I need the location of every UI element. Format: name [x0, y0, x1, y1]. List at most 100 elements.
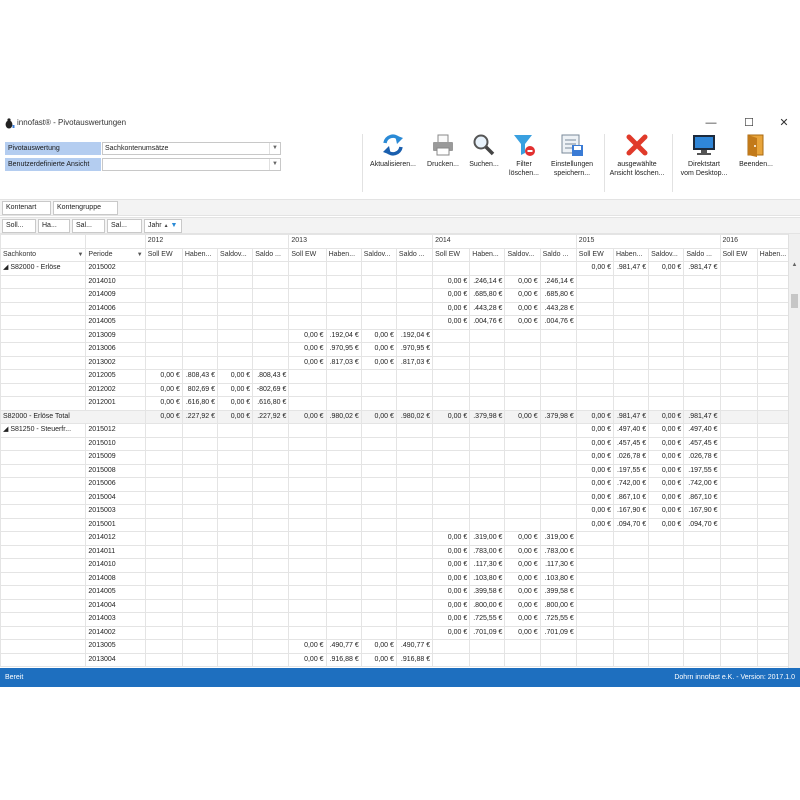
- table-row: 2012005 0,00 € .808,43 €0,00 € .808,43 €: [0, 369, 788, 384]
- measure-header[interactable]: Haben...: [612, 247, 650, 262]
- data-field-haben[interactable]: Ha...: [38, 219, 70, 233]
- table-cell: [648, 639, 685, 654]
- table-cell: [756, 517, 788, 532]
- table-row: 2014004 0,00 € .800,00 €0,00 € .800,00 €: [0, 598, 788, 613]
- year-header[interactable]: 2012: [144, 234, 290, 249]
- year-header[interactable]: 2013: [288, 234, 434, 249]
- year-header[interactable]: 2015: [575, 234, 721, 249]
- table-cell: [648, 625, 685, 640]
- print-button[interactable]: Drucken...: [424, 132, 462, 187]
- table-cell: [756, 571, 788, 586]
- chevron-down-icon[interactable]: ▼: [137, 249, 143, 261]
- measure-header[interactable]: Haben...: [756, 247, 788, 262]
- table-cell: [288, 531, 327, 546]
- close-button[interactable]: ✕: [773, 115, 795, 131]
- table-cell: .457,45 €: [612, 436, 650, 451]
- delete-x-icon: [626, 134, 648, 156]
- chevron-down-icon[interactable]: ▼: [269, 159, 280, 170]
- table-cell: [360, 504, 397, 519]
- measure-header[interactable]: Haben...: [181, 247, 219, 262]
- refresh-button[interactable]: Aktualisieren...: [366, 132, 420, 187]
- vertical-scrollbar[interactable]: ▲: [788, 234, 800, 668]
- scroll-up-icon[interactable]: ▲: [789, 261, 800, 269]
- table-cell: [395, 571, 434, 586]
- table-cell: [648, 315, 685, 330]
- year-header[interactable]: 2016: [719, 234, 788, 249]
- table-cell: [144, 436, 183, 451]
- column-field-jahr[interactable]: Jahr ▲ ▼: [144, 219, 182, 233]
- table-cell: .701,09 €: [469, 625, 506, 640]
- table-cell: [252, 531, 290, 546]
- table-cell: [217, 328, 254, 343]
- chevron-down-icon[interactable]: ▼: [269, 143, 280, 154]
- measure-header[interactable]: Saldov...: [360, 247, 397, 262]
- data-field-saldovortrag[interactable]: Sal...: [72, 219, 105, 233]
- table-cell: [181, 261, 219, 276]
- data-field-soll[interactable]: Soll...: [2, 219, 36, 233]
- table-cell: [683, 652, 721, 667]
- table-cell: [469, 652, 506, 667]
- table-cell: .379,98 €: [539, 409, 577, 424]
- measure-header[interactable]: Soll EW: [719, 247, 758, 262]
- table-cell: .970,95 €: [325, 342, 362, 357]
- table-cell: [648, 382, 685, 397]
- table-cell: 0,00 €: [432, 301, 471, 316]
- data-field-saldo[interactable]: Sal...: [107, 219, 142, 233]
- table-cell: [325, 450, 362, 465]
- maximize-button[interactable]: ☐: [738, 115, 760, 131]
- table-cell: [252, 261, 290, 276]
- pivot-select[interactable]: Sachkontenumsätze ▼: [102, 142, 281, 155]
- pivot-grid[interactable]: 2012 2013 2014 2015 2016 Sachkonto ▼ Per…: [0, 234, 788, 668]
- table-cell: [395, 463, 434, 478]
- year-header[interactable]: 2014: [432, 234, 577, 249]
- sort-asc-icon[interactable]: ▲: [164, 223, 169, 229]
- table-cell: [756, 342, 788, 357]
- chevron-down-icon[interactable]: ▼: [77, 249, 83, 261]
- measure-header[interactable]: Soll EW: [288, 247, 327, 262]
- measure-header[interactable]: Saldo ...: [683, 247, 721, 262]
- table-cell: [539, 423, 577, 438]
- table-cell: [719, 531, 758, 546]
- row-field-sachkonto[interactable]: Sachkonto ▼: [0, 247, 87, 262]
- view-select[interactable]: ▼: [102, 158, 281, 171]
- minimize-button[interactable]: —: [700, 115, 722, 131]
- row-header-periode: 2015012: [85, 423, 146, 438]
- measure-header[interactable]: Haben...: [325, 247, 362, 262]
- table-cell: [719, 612, 758, 627]
- table-cell: [539, 261, 577, 276]
- table-cell: 0,00 €: [648, 463, 685, 478]
- table-cell: [612, 544, 650, 559]
- save-settings-button[interactable]: Einstellungen speichern...: [544, 132, 600, 187]
- table-cell: [539, 342, 577, 357]
- table-cell: [756, 436, 788, 451]
- row-header-sachkonto: [0, 463, 87, 478]
- app-logo-icon: [5, 118, 15, 129]
- measure-header[interactable]: Saldov...: [648, 247, 685, 262]
- table-cell: .916,88 €: [395, 652, 434, 667]
- measure-header[interactable]: Haben...: [469, 247, 506, 262]
- filter-field-kontengruppe[interactable]: Kontengruppe: [53, 201, 118, 215]
- row-header-sachkonto[interactable]: ◢ S81250 - Steuerfr...: [0, 423, 87, 438]
- desktop-shortcut-button[interactable]: Direktstart vom Desktop...: [676, 132, 732, 187]
- row-header-sachkonto: [0, 612, 87, 627]
- filter-icon[interactable]: ▼: [170, 222, 177, 229]
- measure-header[interactable]: Soll EW: [144, 247, 183, 262]
- measure-header[interactable]: Saldo ...: [395, 247, 434, 262]
- measure-header[interactable]: Soll EW: [575, 247, 614, 262]
- filter-field-kontenart[interactable]: Kontenart: [2, 201, 51, 215]
- measure-header[interactable]: Saldov...: [217, 247, 254, 262]
- scrollbar-thumb[interactable]: [791, 294, 798, 308]
- measure-header[interactable]: Soll EW: [432, 247, 471, 262]
- search-button[interactable]: Suchen...: [466, 132, 502, 187]
- exit-button[interactable]: Beenden...: [736, 132, 776, 187]
- measure-header[interactable]: Saldo ...: [539, 247, 577, 262]
- row-field-periode[interactable]: Periode ▼: [85, 247, 146, 262]
- row-header-sachkonto: [0, 450, 87, 465]
- delete-view-button[interactable]: ausgewählte Ansicht löschen...: [606, 132, 668, 187]
- measure-header[interactable]: Saldov...: [504, 247, 541, 262]
- row-header-sachkonto[interactable]: ◢ S82000 - Erlöse: [0, 261, 87, 276]
- row-header-sachkonto[interactable]: S82000 - Erlöse Total: [0, 409, 146, 424]
- table-cell: 0,00 €: [648, 261, 685, 276]
- measure-header[interactable]: Saldo ...: [252, 247, 290, 262]
- filter-clear-button[interactable]: Filter löschen...: [505, 132, 543, 187]
